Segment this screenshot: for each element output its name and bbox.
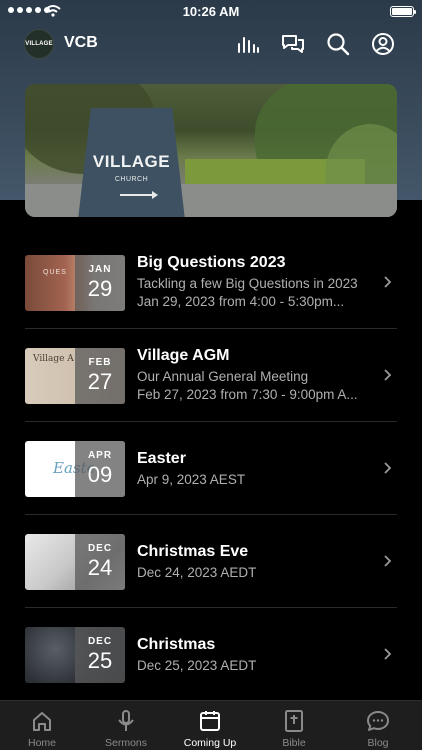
event-row[interactable]: Easte APR 09 Easter Apr 9, 2023 AEST bbox=[0, 422, 422, 515]
tab-label: Coming Up bbox=[183, 737, 237, 749]
tab-blog[interactable]: Blog bbox=[336, 701, 420, 750]
chevron-right-icon bbox=[384, 462, 392, 474]
date-badge: DEC 25 bbox=[75, 627, 125, 683]
tab-label: Bible bbox=[282, 737, 306, 749]
event-month: APR bbox=[87, 450, 113, 461]
event-day: 27 bbox=[87, 369, 113, 394]
date-badge: FEB 27 bbox=[75, 348, 125, 404]
calendar-icon bbox=[200, 711, 220, 731]
hero-image[interactable]: VILLAGE CHURCH bbox=[25, 84, 397, 217]
tab-sermons[interactable]: Sermons bbox=[84, 701, 168, 750]
event-row[interactable]: DEC 24 Christmas Eve Dec 24, 2023 AEDT bbox=[0, 515, 422, 608]
audio-levels-icon[interactable] bbox=[236, 32, 260, 56]
sign-title: VILLAGE bbox=[92, 152, 171, 171]
chevron-right-icon bbox=[384, 648, 392, 660]
profile-icon[interactable] bbox=[371, 32, 395, 56]
chevron-right-icon bbox=[384, 369, 392, 381]
event-day: 09 bbox=[87, 462, 113, 487]
tab-home[interactable]: Home bbox=[0, 701, 84, 750]
event-title: Christmas Eve bbox=[137, 543, 249, 560]
event-thumbnail: DEC 25 bbox=[25, 627, 125, 683]
tab-label: Blog bbox=[367, 737, 389, 749]
church-sign: VILLAGE CHURCH bbox=[78, 108, 185, 217]
event-thumbnail: Village A FEB 27 bbox=[25, 348, 125, 404]
thumbnail-text: Village A bbox=[33, 354, 74, 364]
tab-coming-up[interactable]: Coming Up bbox=[168, 701, 252, 750]
church-logo[interactable]: VILLAGE bbox=[24, 29, 54, 59]
event-title: Big Questions 2023 bbox=[137, 254, 286, 271]
date-badge: JAN 29 bbox=[75, 255, 125, 311]
chat-bubble-icon bbox=[367, 711, 389, 731]
arrow-icon bbox=[120, 191, 158, 199]
event-subtitle: Our Annual General Meeting bbox=[137, 369, 309, 384]
event-thumbnail: DEC 24 bbox=[25, 534, 125, 590]
chevron-right-icon bbox=[384, 555, 392, 567]
event-subtitle: Tackling a few Big Questions in 2023 bbox=[137, 276, 358, 291]
event-row[interactable]: QUES JAN 29 Big Questions 2023 Tackling … bbox=[0, 236, 422, 329]
event-subtitle: Apr 9, 2023 AEST bbox=[137, 472, 246, 487]
event-day: 25 bbox=[87, 648, 113, 673]
event-thumbnail: Easte APR 09 bbox=[25, 441, 125, 497]
event-time: Jan 29, 2023 from 4:00 - 5:30pm... bbox=[137, 294, 345, 309]
status-time: 10:26 AM bbox=[182, 4, 240, 19]
thumbnail-text: QUES bbox=[43, 269, 67, 276]
battery-icon bbox=[390, 6, 416, 17]
event-row[interactable]: Village A FEB 27 Village AGM Our Annual … bbox=[0, 329, 422, 422]
tab-label: Home bbox=[27, 737, 56, 749]
event-subtitle: Dec 25, 2023 AEDT bbox=[137, 658, 257, 673]
sign-subtitle: CHURCH bbox=[114, 176, 149, 183]
app-header: VILLAGE VCB bbox=[0, 24, 422, 64]
event-thumbnail: QUES JAN 29 bbox=[25, 255, 125, 311]
chevron-right-icon bbox=[384, 276, 392, 288]
tab-bible[interactable]: Bible bbox=[252, 701, 336, 750]
event-title: Village AGM bbox=[137, 347, 230, 364]
event-day: 24 bbox=[87, 555, 113, 580]
event-month: DEC bbox=[87, 543, 113, 554]
app-name: VCB bbox=[64, 34, 98, 51]
event-subtitle: Dec 24, 2023 AEDT bbox=[137, 565, 257, 580]
event-month: DEC bbox=[87, 636, 113, 647]
date-badge: APR 09 bbox=[75, 441, 125, 497]
event-month: FEB bbox=[88, 357, 112, 368]
tab-label: Sermons bbox=[104, 737, 147, 749]
microphone-icon bbox=[118, 710, 134, 731]
home-icon bbox=[33, 712, 51, 731]
event-title: Christmas bbox=[137, 636, 216, 653]
event-month: JAN bbox=[88, 264, 112, 275]
event-title: Easter bbox=[137, 450, 186, 467]
event-row[interactable]: DEC 25 Christmas Dec 25, 2023 AEDT bbox=[0, 608, 422, 701]
messages-icon[interactable] bbox=[281, 32, 305, 56]
date-badge: DEC 24 bbox=[75, 534, 125, 590]
bible-icon bbox=[285, 710, 303, 732]
logo-text: VILLAGE bbox=[25, 41, 53, 47]
events-list: QUES JAN 29 Big Questions 2023 Tackling … bbox=[0, 236, 422, 701]
event-time: Feb 27, 2023 from 7:30 - 9:00pm A... bbox=[137, 387, 358, 402]
tab-bar: Home Sermons Coming Up Bible Blog bbox=[0, 700, 422, 750]
search-icon[interactable] bbox=[326, 32, 350, 56]
event-day: 29 bbox=[87, 276, 113, 301]
status-bar: 10:26 AM bbox=[0, 0, 422, 24]
